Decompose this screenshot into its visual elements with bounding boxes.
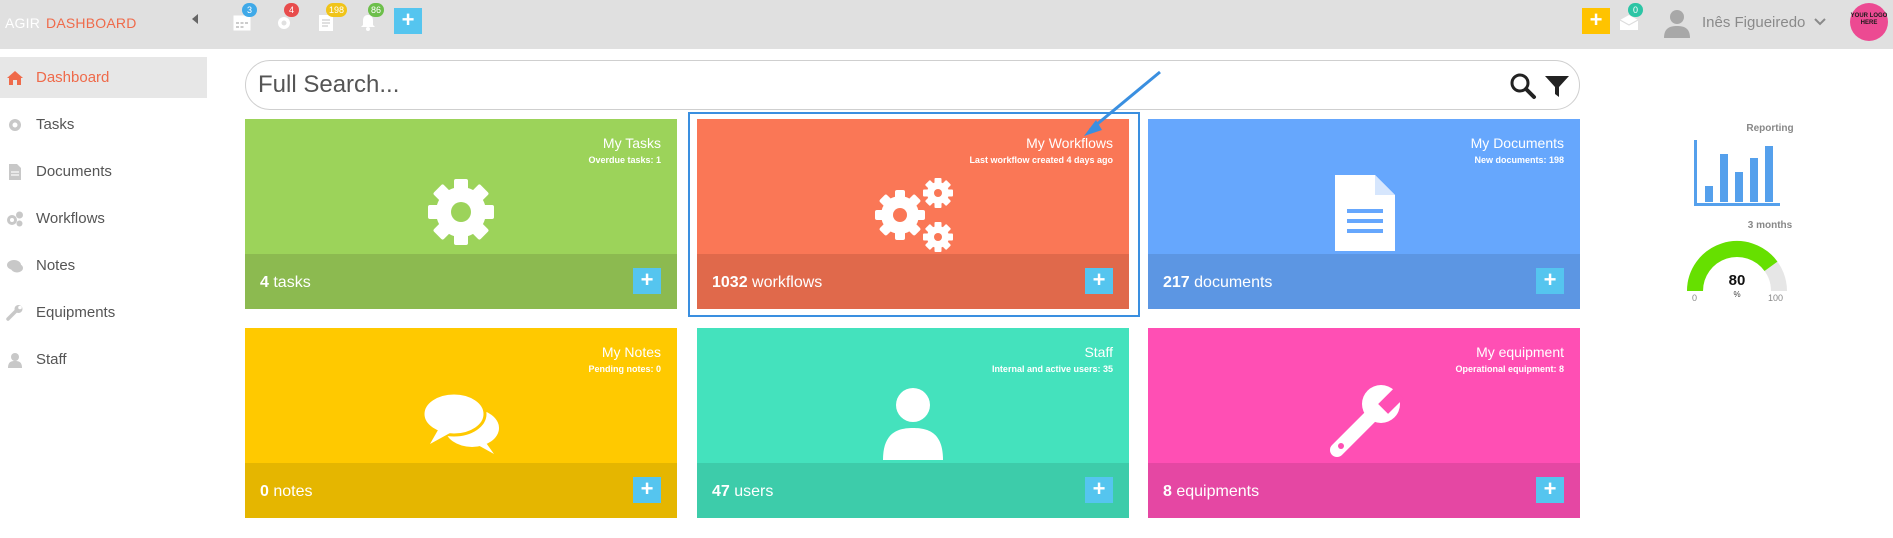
tile-my-equipment[interactable]: My equipment Operational equipment: 8 8 … <box>1148 328 1580 518</box>
period-label: 3 months <box>1747 220 1793 231</box>
tile-title: My Notes <box>601 344 661 360</box>
sidebar-item-label: Workflows <box>36 210 105 227</box>
tile-subtitle: Pending notes: 0 <box>588 364 661 374</box>
messages-badge: 0 <box>1628 3 1643 17</box>
gear-icon <box>428 179 494 245</box>
documents-icon[interactable]: 198 <box>316 3 348 34</box>
document-icon <box>1335 175 1395 251</box>
sidebar-item-workflows[interactable]: Workflows <box>0 198 207 239</box>
tile-footer: 8 equipments + <box>1148 463 1580 518</box>
sidebar-item-staff[interactable]: Staff <box>0 339 207 380</box>
tile-title: My Documents <box>1470 135 1564 151</box>
search-icon[interactable] <box>1509 72 1537 100</box>
gears-icon <box>7 211 23 227</box>
tile-subtitle: Operational equipment: 8 <box>1455 364 1564 374</box>
sidebar-item-dashboard[interactable]: Dashboard <box>0 57 207 98</box>
tile-footer: 47 users + <box>697 463 1129 518</box>
messages-icon[interactable]: 0 <box>1618 3 1643 34</box>
brand[interactable]: AGIR DASHBOARD <box>5 15 137 31</box>
tile-count: 217 documents <box>1163 274 1273 291</box>
bell-icon[interactable]: 86 <box>358 3 385 34</box>
settings-badge: 4 <box>284 3 299 17</box>
tile-title: My Tasks <box>602 135 661 151</box>
tile-staff[interactable]: Staff Internal and active users: 35 47 u… <box>697 328 1129 518</box>
quick-add-button[interactable]: + <box>1582 8 1610 34</box>
sidebar-item-notes[interactable]: Notes <box>0 245 207 286</box>
company-logo: YOUR LOGO HERE <box>1850 3 1888 41</box>
calendar-icon[interactable]: 3 <box>232 3 257 34</box>
gear-icon <box>9 119 21 131</box>
tile-subtitle: New documents: 198 <box>1474 155 1564 165</box>
notifications-badge: 86 <box>368 3 385 17</box>
tile-footer: 217 documents + <box>1148 254 1580 309</box>
tile-footer: 0 notes + <box>245 463 677 518</box>
gauge-min: 0 <box>1692 293 1698 303</box>
tile-my-documents[interactable]: My Documents New documents: 198 217 docu… <box>1148 119 1580 309</box>
add-task-button[interactable]: + <box>633 268 661 294</box>
tile-title: Staff <box>1084 344 1113 360</box>
user-avatar[interactable] <box>1660 6 1694 40</box>
tile-subtitle: Overdue tasks: 1 <box>588 155 661 165</box>
add-document-button[interactable]: + <box>1536 268 1564 294</box>
search-input[interactable]: Full Search... <box>258 71 399 99</box>
user-icon <box>883 388 943 460</box>
gauge-value: 80 <box>1728 272 1746 289</box>
tile-my-notes[interactable]: My Notes Pending notes: 0 0 notes + <box>245 328 677 518</box>
chat-icon <box>7 260 23 273</box>
collapse-sidebar-icon[interactable] <box>190 13 204 31</box>
tile-footer: 4 tasks + <box>245 254 677 309</box>
add-new-button[interactable]: + <box>394 8 422 34</box>
chat-icon <box>421 391 499 454</box>
documents-badge: 198 <box>326 3 348 17</box>
tile-count: 8 equipments <box>1163 483 1260 500</box>
sidebar-item-tasks[interactable]: Tasks <box>0 104 207 145</box>
tile-my-tasks[interactable]: My Tasks Overdue tasks: 1 4 tasks + <box>245 119 677 309</box>
sidebar-item-label: Tasks <box>36 116 75 133</box>
add-note-button[interactable]: + <box>633 477 661 503</box>
arrow-icon <box>1084 70 1161 136</box>
sidebar-item-label: Documents <box>36 163 112 180</box>
top-bar: AGIR DASHBOARD 3 4 198 86 + + 0 Inês Figu… <box>0 0 1893 49</box>
bar-chart-icon[interactable] <box>1690 138 1780 208</box>
filter-icon[interactable] <box>1543 72 1571 100</box>
chevron-down-icon <box>1813 18 1826 26</box>
add-user-button[interactable]: + <box>1085 477 1113 503</box>
wrench-icon <box>6 305 23 321</box>
sidebar-item-label: Equipments <box>36 304 116 321</box>
user-menu[interactable]: Inês Figueiredo <box>1702 14 1826 31</box>
sidebar-item-equipments[interactable]: Equipments <box>0 292 207 333</box>
calendar-badge: 3 <box>242 3 257 17</box>
settings-icon[interactable]: 4 <box>274 3 299 34</box>
document-icon <box>9 164 21 180</box>
user-name: Inês Figueiredo <box>1702 14 1806 31</box>
tile-count: 0 notes <box>260 483 313 500</box>
wrench-icon <box>1330 385 1404 457</box>
home-icon <box>7 71 23 85</box>
add-equipment-button[interactable]: + <box>1536 477 1564 503</box>
tile-subtitle: Internal and active users: 35 <box>991 364 1113 374</box>
tile-title: My equipment <box>1476 344 1564 360</box>
tile-count: 47 users <box>712 483 774 500</box>
sidebar: Dashboard Tasks Documents Workflows Note… <box>0 57 207 386</box>
sidebar-item-label: Dashboard <box>36 69 110 86</box>
search-bar[interactable]: Full Search... <box>245 60 1580 110</box>
workflows-highlight-box <box>688 112 1140 317</box>
user-icon <box>8 353 22 368</box>
tile-count: 4 tasks <box>260 274 311 291</box>
sidebar-item-label: Staff <box>36 351 67 368</box>
reporting-label: Reporting <box>1746 123 1794 134</box>
sidebar-item-documents[interactable]: Documents <box>0 151 207 192</box>
brand-app: AGIR <box>5 15 41 31</box>
gauge-unit: % <box>1733 290 1741 299</box>
sidebar-item-label: Notes <box>36 257 76 274</box>
gauge-max: 100 <box>1768 293 1784 303</box>
brand-section: DASHBOARD <box>46 15 137 31</box>
